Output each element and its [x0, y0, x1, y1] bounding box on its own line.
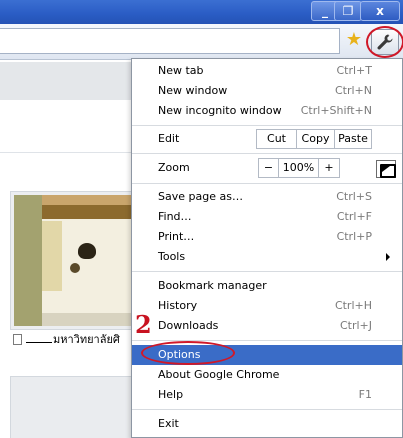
menu-item-new-incognito-window[interactable]: New incognito window Ctrl+Shift+N — [132, 101, 402, 121]
menu-item-shortcut: F1 — [358, 388, 372, 401]
menu-item-downloads[interactable]: Downloads Ctrl+J — [132, 316, 402, 336]
thumbnail-title: มหาวิทยาลัยศิ — [53, 333, 120, 346]
caption-underline — [26, 334, 52, 343]
menu-item-label: Edit — [158, 132, 180, 145]
menu-item-print[interactable]: Print… Ctrl+P — [132, 227, 402, 247]
menu-item-label: Save page as… — [158, 190, 243, 203]
menu-separator — [132, 125, 402, 126]
menu-item-label: New tab — [158, 64, 204, 77]
menu-item-new-window[interactable]: New window Ctrl+N — [132, 81, 402, 101]
menu-item-exit[interactable]: Exit — [132, 414, 402, 434]
zoom-out-button[interactable]: − — [259, 159, 279, 177]
menu-separator — [132, 271, 402, 272]
wrench-dropdown-menu: New tab Ctrl+T New window Ctrl+N New inc… — [131, 58, 403, 438]
menu-item-history[interactable]: History Ctrl+H — [132, 296, 402, 316]
menu-item-shortcut: Ctrl+T — [336, 64, 372, 77]
menu-item-about[interactable]: About Google Chrome — [132, 365, 402, 385]
step-marker-2: 2 — [135, 310, 152, 339]
page-header-strip — [0, 62, 135, 100]
menu-item-label: Exit — [158, 417, 179, 430]
menu-item-label: New incognito window — [158, 104, 282, 117]
thumbnail-graphic-small — [70, 263, 80, 273]
menu-item-label: Print… — [158, 230, 195, 243]
menu-separator — [132, 153, 402, 154]
title-bar: _ ❐ x — [0, 0, 403, 24]
menu-item-label: Help — [158, 388, 184, 401]
menu-item-help[interactable]: Help F1 — [132, 385, 402, 405]
menu-item-shortcut: Ctrl+J — [339, 319, 372, 332]
thumbnail-header — [42, 205, 134, 219]
thumbnail-caption[interactable]: มหาวิทยาลัยศิ — [13, 332, 135, 348]
menu-item-shortcut: Ctrl+F — [336, 210, 372, 223]
menu-separator — [132, 409, 402, 410]
thumbnail-graphic — [78, 243, 96, 259]
menu-item-new-tab[interactable]: New tab Ctrl+T — [132, 61, 402, 81]
menu-item-label: Downloads — [158, 319, 219, 332]
thumbnail-frame-2[interactable] — [10, 376, 134, 438]
document-icon — [13, 334, 22, 345]
menu-item-label: Zoom — [158, 161, 190, 174]
star-icon[interactable]: ★ — [344, 30, 364, 50]
zoom-level: 100% — [279, 159, 319, 177]
zoom-button-group: − 100% + — [258, 158, 340, 178]
browser-toolbar — [0, 24, 403, 60]
menu-item-tools[interactable]: Tools — [132, 247, 402, 267]
menu-item-shortcut: Ctrl+Shift+N — [300, 104, 372, 117]
close-button[interactable]: x — [360, 1, 400, 21]
menu-separator — [132, 183, 402, 184]
menu-item-save-page[interactable]: Save page as… Ctrl+S — [132, 187, 402, 207]
thumbnail-sidebar — [14, 195, 42, 326]
restore-button[interactable]: ❐ — [334, 1, 362, 21]
menu-item-shortcut: Ctrl+P — [336, 230, 372, 243]
menu-item-label: Find… — [158, 210, 192, 223]
website-thumbnail[interactable] — [14, 195, 134, 326]
highlight-circle-options — [141, 341, 235, 365]
menu-item-label: New window — [158, 84, 228, 97]
address-bar[interactable] — [0, 28, 340, 54]
thumbnail-footer — [42, 313, 134, 326]
page-divider — [0, 152, 135, 153]
menu-item-label: About Google Chrome — [158, 368, 280, 381]
menu-item-shortcut: Ctrl+H — [334, 299, 372, 312]
thumbnail-nav — [42, 221, 62, 291]
menu-item-label: History — [158, 299, 198, 312]
zoom-in-button[interactable]: + — [319, 159, 339, 177]
menu-item-shortcut: Ctrl+S — [336, 190, 372, 203]
menu-item-find[interactable]: Find… Ctrl+F — [132, 207, 402, 227]
menu-item-label: Tools — [158, 250, 186, 263]
copy-button[interactable]: Copy — [297, 130, 335, 148]
paste-button[interactable]: Paste — [335, 130, 371, 148]
fullscreen-icon[interactable] — [376, 160, 396, 178]
highlight-circle-wrench — [366, 26, 403, 58]
cut-button[interactable]: Cut — [257, 130, 297, 148]
edit-button-group: Cut Copy Paste — [256, 129, 372, 149]
menu-item-label: Bookmark manager — [158, 279, 267, 292]
menu-item-bookmark-manager[interactable]: Bookmark manager — [132, 276, 402, 296]
submenu-arrow-icon — [386, 253, 390, 261]
menu-item-shortcut: Ctrl+N — [334, 84, 372, 97]
